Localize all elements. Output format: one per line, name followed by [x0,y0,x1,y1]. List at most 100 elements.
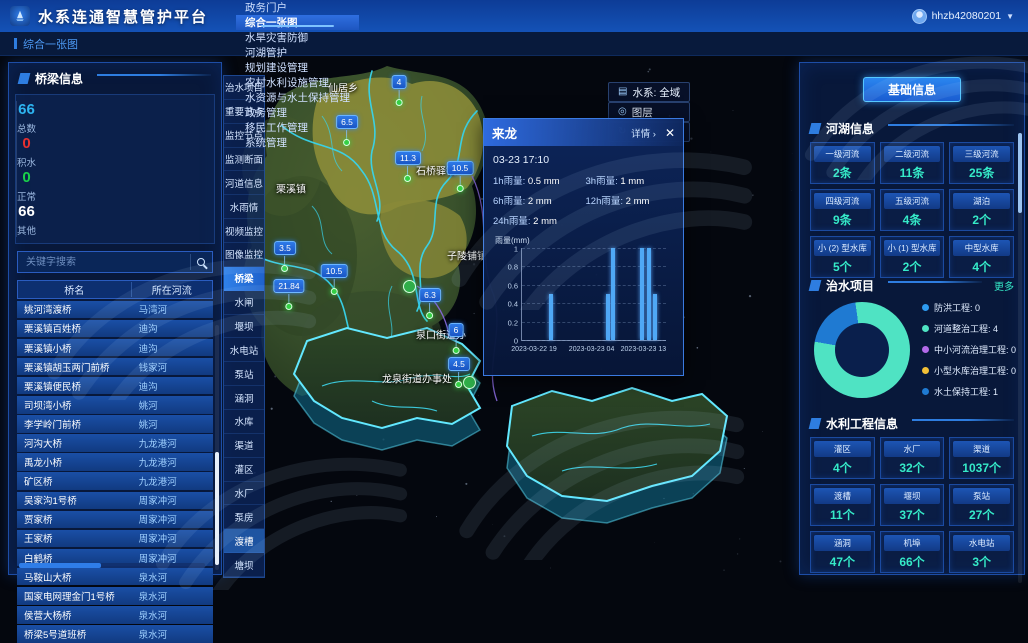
table-row[interactable]: 矿区桥 九龙港河 [17,472,213,490]
popup-detail-link[interactable]: 详情 › [631,126,656,140]
legend-text: 防洪工程: 0 [934,301,980,314]
water-level-marker[interactable]: 4 [392,72,407,106]
layer-menu-item[interactable]: 水厂 [224,482,264,506]
water-level-marker[interactable]: 6.3 [419,285,441,319]
nav-tab[interactable]: 移民工作管理 [236,120,359,135]
table-row[interactable]: 桥梁5号道班桥 泉水河 [17,625,213,643]
rain-bar [549,294,553,340]
bridge-name-cell: 王家桥 [17,531,131,545]
user-menu[interactable]: hhzb42080201 ▼ [912,9,1028,24]
nav-tab[interactable]: 政务门户 [236,0,359,15]
search-button[interactable] [190,254,210,270]
layer-menu-item[interactable]: 视频监控 [224,219,264,243]
bridge-name-cell: 侯营大杨桥 [17,608,131,622]
control-icon: ▤ [618,87,627,97]
water-level-marker[interactable]: 11.3 [395,148,421,182]
map-control-button[interactable]: ▤ 水系: 全域 [608,82,690,102]
table-row[interactable]: 姚河湾渡桥 马湾河 [17,301,213,319]
close-icon[interactable]: ✕ [665,127,675,139]
nav-tab[interactable]: 水旱灾害防御 [236,30,359,45]
bridge-stat: 66 总数 [16,101,36,135]
rain-station-popup: 来龙 详情 › ✕ 03-23 17:10 1h雨量: 0.5 mm 3h雨量: [483,118,684,376]
table-row[interactable]: 栗溪镇百姓桥 迪沟 [17,320,213,338]
info-cell-label: 二级河流 [884,146,941,162]
table-row[interactable]: 河沟大桥 九龙港河 [17,434,213,452]
bridge-name-cell: 栗溪镇小桥 [17,341,131,355]
control-icon: ◎ [618,107,627,117]
layer-menu-item[interactable]: 监测断面 [224,148,264,172]
bridge-name-cell: 国家电网理金门1号桥 [17,589,131,603]
col-header-river: 所在河流 [131,282,212,297]
water-level-marker[interactable]: 10.5 [447,158,474,192]
search-input[interactable] [17,251,213,273]
info-cell-label: 小 (2) 型水库 [814,240,871,256]
treatment-projects-section: 治水项目 更多 防洪工程: 0 [800,270,1024,398]
nav-tab[interactable]: 政务管理 [236,105,359,120]
legend-item: 河道整治工程: 4 [922,322,1016,335]
control-label: 水系: 全域 [632,85,680,100]
table-row[interactable]: 栗溪镇便民桥 迪沟 [17,377,213,395]
table-row[interactable]: 李学岭门前桥 姚河 [17,415,213,433]
water-level-marker[interactable]: 21.84 [273,276,304,310]
layer-menu-item[interactable]: 桥梁 [224,267,264,291]
nav-tab[interactable]: 系统管理 [236,135,359,150]
layer-menu-item[interactable]: 水库 [224,410,264,434]
river-name-cell: 姚河 [131,398,213,412]
water-level-marker[interactable]: 6 [449,320,464,354]
chart-plot-area: 10.80.60.40.202023-03-22 192023-03-23 04… [521,248,666,341]
scrollbar-thumb[interactable] [19,563,101,568]
table-row[interactable]: 禹龙小桥 九龙港河 [17,453,213,471]
layer-menu-item[interactable]: 堰坝 [224,315,264,339]
water-level-marker[interactable]: 3.5 [274,238,296,272]
more-link[interactable]: 更多 [994,278,1014,293]
table-header: 桥名 所在河流 [17,280,213,299]
table-row[interactable]: 侯营大杨桥 泉水河 [17,606,213,624]
marker-stem [459,176,460,185]
layer-menu-item[interactable]: 泵房 [224,505,264,529]
layer-menu-item[interactable]: 渡槽 [224,529,264,553]
nav-tab[interactable]: 综合一张图 [236,15,359,30]
table-row[interactable]: 司坝湾小桥 姚河 [17,396,213,414]
layer-menu-item[interactable]: 涵洞 [224,386,264,410]
layer-menu-item[interactable]: 河道信息 [224,171,264,195]
breadcrumb[interactable]: 综合一张图 [14,36,78,52]
table-row[interactable]: 王家桥 周家冲河 [17,530,213,548]
metric-label: 6h雨量: [493,196,525,207]
bridge-stat-value: 66 [17,101,36,118]
water-level-marker[interactable]: 4.5 [448,354,470,388]
layer-menu-item[interactable]: 渠道 [224,434,264,458]
bridge-table: 桥名 所在河流 姚河湾渡桥 马湾河 栗溪镇百姓桥 迪沟 栗 [17,280,213,643]
info-cell-value: 66个 [881,551,944,572]
info-cell-value: 27个 [950,504,1013,525]
info-cell-value: 9条 [811,209,874,230]
table-row[interactable]: 吴家沟1号桥 周家冲河 [17,492,213,510]
scrollbar-thumb[interactable] [1018,133,1022,213]
nav-tab[interactable]: 规划建设管理 [236,60,359,75]
table-row[interactable]: 贾家桥 周家冲河 [17,511,213,529]
info-cell: 水电站 3个 [949,531,1014,573]
layer-menu-item[interactable]: 水闸 [224,291,264,315]
layer-menu-item[interactable]: 灌区 [224,458,264,482]
map-town-label: 子陵铺镇 [447,248,487,263]
info-cell-label: 小 (1) 型水库 [884,240,941,256]
nav-tab[interactable]: 水资源与水土保持管理 [236,90,359,105]
scrollbar-thumb[interactable] [215,452,219,565]
layer-menu-item[interactable]: 水电站 [224,338,264,362]
river-name-cell: 周家冲河 [131,493,213,507]
station-icon[interactable] [403,280,416,293]
layer-menu-item[interactable]: 塘坝 [224,553,264,577]
table-row[interactable]: 栗溪镇胡玉两门前桥 钱家河 [17,358,213,376]
water-level-marker[interactable]: 10.5 [321,261,348,295]
app-logo-icon [10,6,30,26]
layer-menu-item[interactable]: 图像监控 [224,243,264,267]
table-row[interactable]: 国家电网理金门1号桥 泉水河 [17,587,213,605]
rain-bar [647,248,651,340]
layer-menu-item[interactable]: 泵站 [224,362,264,386]
marker-value: 3.5 [274,241,296,255]
nav-tab[interactable]: 农村水利设施管理 [236,75,359,90]
table-row[interactable]: 栗溪镇小桥 迪沟 [17,339,213,357]
nav-tab[interactable]: 河湖管护 [236,45,359,60]
bridge-stat: 0 积水 [16,135,36,169]
layer-menu-item[interactable]: 水雨情 [224,195,264,219]
base-info-button[interactable]: 基础信息 [863,77,961,102]
